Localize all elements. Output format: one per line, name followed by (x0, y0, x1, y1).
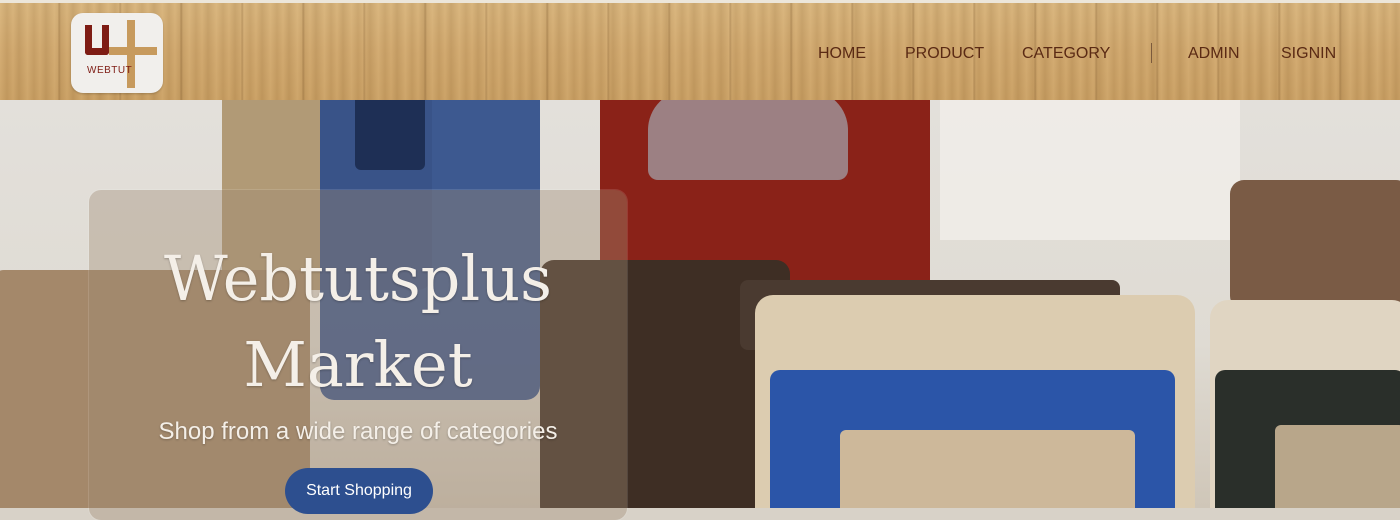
nav-separator (1151, 43, 1152, 63)
nav-category[interactable]: CATEGORY (1022, 45, 1110, 63)
bg-block (1230, 180, 1400, 310)
hero-subtitle: Shop from a wide range of categories (158, 418, 558, 445)
logo-wordmark: WEBTUT (87, 65, 133, 76)
nav-home[interactable]: HOME (818, 45, 866, 63)
hero-card: Webtutsplus Market Shop from a wide rang… (89, 190, 627, 520)
hero-title: Webtutsplus Market (164, 242, 552, 401)
start-shopping-button[interactable]: Start Shopping (285, 468, 433, 514)
bg-block (940, 100, 1240, 240)
bg-block (355, 100, 425, 170)
site-header: WEBTUT HOME PRODUCT CATEGORY ADMIN SIGNI… (0, 0, 1400, 100)
logo-j-glyph (85, 25, 109, 55)
bg-block (1275, 425, 1400, 508)
logo-plus-horizontal (109, 47, 157, 55)
bg-block (840, 430, 1135, 508)
bg-block (648, 100, 848, 180)
nav-signin[interactable]: SIGNIN (1281, 45, 1336, 63)
webtut-logo[interactable]: WEBTUT (71, 13, 163, 93)
nav-admin[interactable]: ADMIN (1188, 45, 1240, 63)
nav-product[interactable]: PRODUCT (905, 45, 984, 63)
